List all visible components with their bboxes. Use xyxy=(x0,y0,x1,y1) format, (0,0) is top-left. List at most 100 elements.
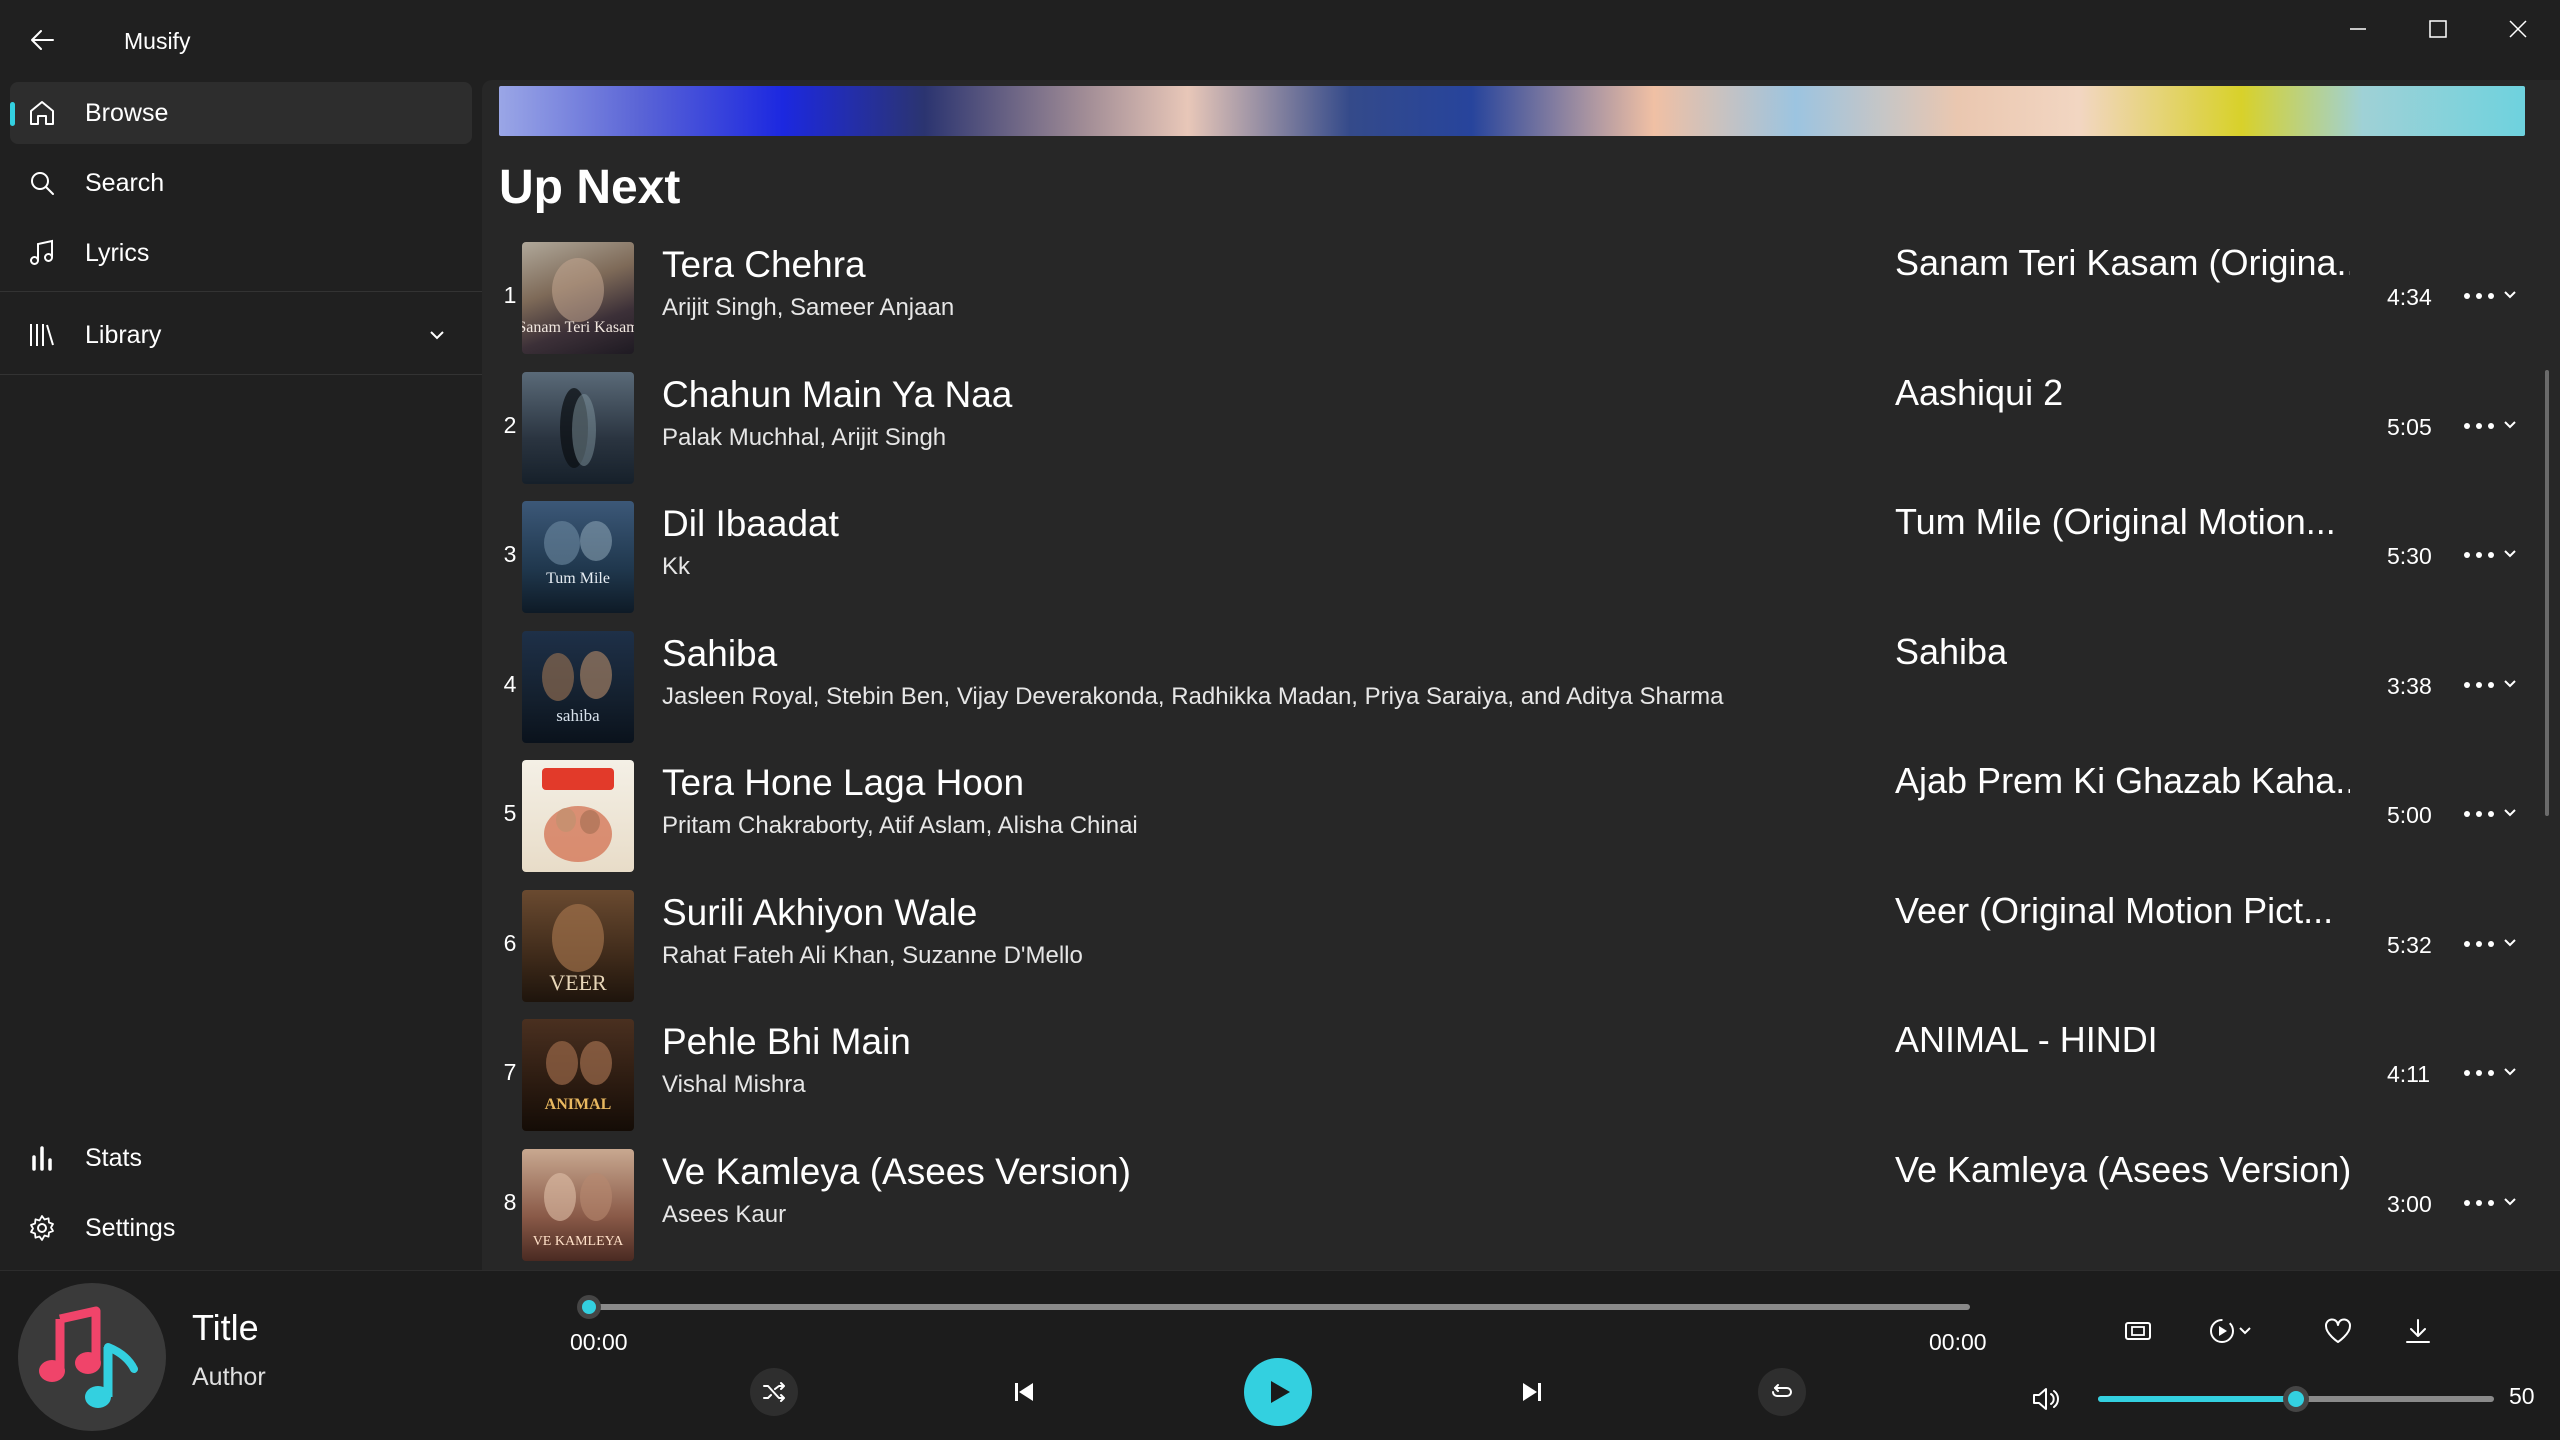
minimize-button[interactable] xyxy=(2318,0,2398,58)
scrollbar[interactable] xyxy=(2545,370,2549,816)
track-duration: 5:32 xyxy=(2387,932,2432,958)
expand-button[interactable] xyxy=(2499,284,2521,306)
track-album[interactable]: Ajab Prem Ki Ghazab Kaha... xyxy=(1895,760,2350,802)
library-icon xyxy=(26,319,58,351)
track-album[interactable]: Tum Mile (Original Motion... xyxy=(1895,501,2336,543)
previous-button[interactable] xyxy=(1000,1368,1048,1416)
close-button[interactable] xyxy=(2478,0,2558,58)
track-duration: 3:38 xyxy=(2387,673,2432,699)
chevron-down-icon xyxy=(2504,291,2516,299)
sidebar-item-lyrics[interactable]: Lyrics xyxy=(10,222,472,284)
sidebar-item-browse[interactable]: Browse xyxy=(10,82,472,144)
more-options-button[interactable] xyxy=(2462,930,2496,958)
close-icon xyxy=(2509,20,2527,38)
track-row[interactable]: 5 Tera Hone Laga Hoon Pritam Chakraborty… xyxy=(499,750,2525,878)
sidebar-item-search[interactable]: Search xyxy=(10,152,472,214)
track-row[interactable]: 8 VE KAMLEYA Ve Kamleya (Asees Version) … xyxy=(499,1139,2525,1267)
gear-icon xyxy=(26,1212,58,1244)
track-artist[interactable]: Arijit Singh, Sameer Anjaan xyxy=(662,294,954,322)
expand-button[interactable] xyxy=(2499,1191,2521,1213)
track-artist[interactable]: Asees Kaur xyxy=(662,1201,786,1229)
more-icon xyxy=(2464,682,2494,688)
track-album[interactable]: Sahiba xyxy=(1895,631,2007,673)
track-title: Dil Ibaadat xyxy=(662,503,839,544)
track-title: Tera Chehra xyxy=(662,244,866,285)
more-options-button[interactable] xyxy=(2462,671,2496,699)
now-playing-title: Title xyxy=(192,1307,259,1348)
sidebar-item-library[interactable]: Library xyxy=(10,304,472,366)
mini-player-button[interactable] xyxy=(2116,1309,2160,1353)
expand-button[interactable] xyxy=(2499,543,2521,565)
album-art xyxy=(522,760,634,872)
play-button[interactable] xyxy=(1244,1358,1312,1426)
track-row[interactable]: 6 VEER Surili Akhiyon Wale Rahat Fateh A… xyxy=(499,880,2525,1008)
music-notes-icon xyxy=(39,1306,138,1408)
current-time: 00:00 xyxy=(570,1329,628,1355)
track-duration: 4:11 xyxy=(2387,1061,2431,1087)
track-artist[interactable]: Palak Muchhal, Arijit Singh xyxy=(662,424,946,452)
chevron-down-icon xyxy=(2504,421,2516,429)
chevron-down-icon xyxy=(2504,550,2516,558)
track-row[interactable]: 1 Sanam Teri Kasam Tera Chehra Arijit Si… xyxy=(499,232,2525,360)
expand-button[interactable] xyxy=(2499,802,2521,824)
chevron-down-icon[interactable] xyxy=(426,324,448,346)
album-art xyxy=(522,372,634,484)
more-icon xyxy=(2464,1200,2494,1206)
seek-bar[interactable] xyxy=(590,1304,1970,1310)
track-album[interactable]: Ve Kamleya (Asees Version) xyxy=(1895,1149,2350,1191)
track-row[interactable]: 3 Tum Mile Dil Ibaadat Kk Tum Mile (Orig… xyxy=(499,491,2525,619)
sidebar-item-label: Library xyxy=(85,320,162,349)
more-options-button[interactable] xyxy=(2462,800,2496,828)
volume-thumb[interactable] xyxy=(2283,1386,2309,1412)
skip-previous-icon xyxy=(1015,1383,1033,1401)
more-options-button[interactable] xyxy=(2462,1189,2496,1217)
chevron-down-icon xyxy=(2239,1327,2251,1335)
track-album[interactable]: Aashiqui 2 xyxy=(1895,372,2063,414)
favorite-button[interactable] xyxy=(2316,1309,2360,1353)
expand-button[interactable] xyxy=(2499,414,2521,436)
track-index: 6 xyxy=(503,930,517,956)
seek-thumb[interactable] xyxy=(577,1295,601,1319)
sidebar-item-label: Browse xyxy=(85,98,169,127)
album-art: VE KAMLEYA xyxy=(522,1149,634,1261)
track-index: 3 xyxy=(503,541,517,567)
play-icon xyxy=(1271,1381,1290,1403)
track-row[interactable]: 4 sahiba Sahiba Jasleen Royal, Stebin Be… xyxy=(499,621,2525,749)
repeat-button[interactable] xyxy=(1758,1368,1806,1416)
track-artist[interactable]: Jasleen Royal, Stebin Ben, Vijay Deverak… xyxy=(662,683,1723,711)
expand-button[interactable] xyxy=(2499,1061,2521,1083)
track-artist[interactable]: Vishal Mishra xyxy=(662,1071,806,1099)
expand-button[interactable] xyxy=(2499,932,2521,954)
search-icon xyxy=(26,167,58,199)
chevron-down-icon xyxy=(2504,809,2516,817)
sidebar-item-settings[interactable]: Settings xyxy=(10,1197,472,1259)
playback-mode-button[interactable] xyxy=(2198,1309,2262,1353)
track-artist[interactable]: Rahat Fateh Ali Khan, Suzanne D'Mello xyxy=(662,942,1083,970)
more-icon xyxy=(2464,811,2494,817)
bar-chart-icon xyxy=(26,1142,58,1174)
minimize-icon xyxy=(2350,28,2366,30)
track-artist[interactable]: Pritam Chakraborty, Atif Aslam, Alisha C… xyxy=(662,812,1138,840)
shuffle-button[interactable] xyxy=(750,1368,798,1416)
next-button[interactable] xyxy=(1508,1368,1556,1416)
track-album[interactable]: Veer (Original Motion Pict... xyxy=(1895,890,2333,932)
sidebar-item-stats[interactable]: Stats xyxy=(10,1127,472,1189)
more-options-button[interactable] xyxy=(2462,541,2496,569)
maximize-icon xyxy=(2429,20,2447,38)
track-row[interactable]: 2 Chahun Main Ya Naa Palak Muchhal, Arij… xyxy=(499,362,2525,490)
now-playing-art[interactable] xyxy=(18,1283,166,1431)
more-options-button[interactable] xyxy=(2462,412,2496,440)
home-icon xyxy=(26,97,58,129)
track-artist[interactable]: Kk xyxy=(662,553,690,581)
track-row[interactable]: 7 ANIMAL Pehle Bhi Main Vishal Mishra AN… xyxy=(499,1009,2525,1137)
track-album[interactable]: Sanam Teri Kasam (Origina... xyxy=(1895,242,2350,284)
track-index: 7 xyxy=(503,1059,517,1085)
track-album[interactable]: ANIMAL - HINDI xyxy=(1895,1019,2158,1061)
download-button[interactable] xyxy=(2396,1309,2440,1353)
maximize-button[interactable] xyxy=(2398,0,2478,58)
volume-button[interactable] xyxy=(2024,1377,2068,1421)
back-button[interactable] xyxy=(20,18,64,62)
more-options-button[interactable] xyxy=(2462,282,2496,310)
more-options-button[interactable] xyxy=(2462,1059,2496,1087)
expand-button[interactable] xyxy=(2499,673,2521,695)
